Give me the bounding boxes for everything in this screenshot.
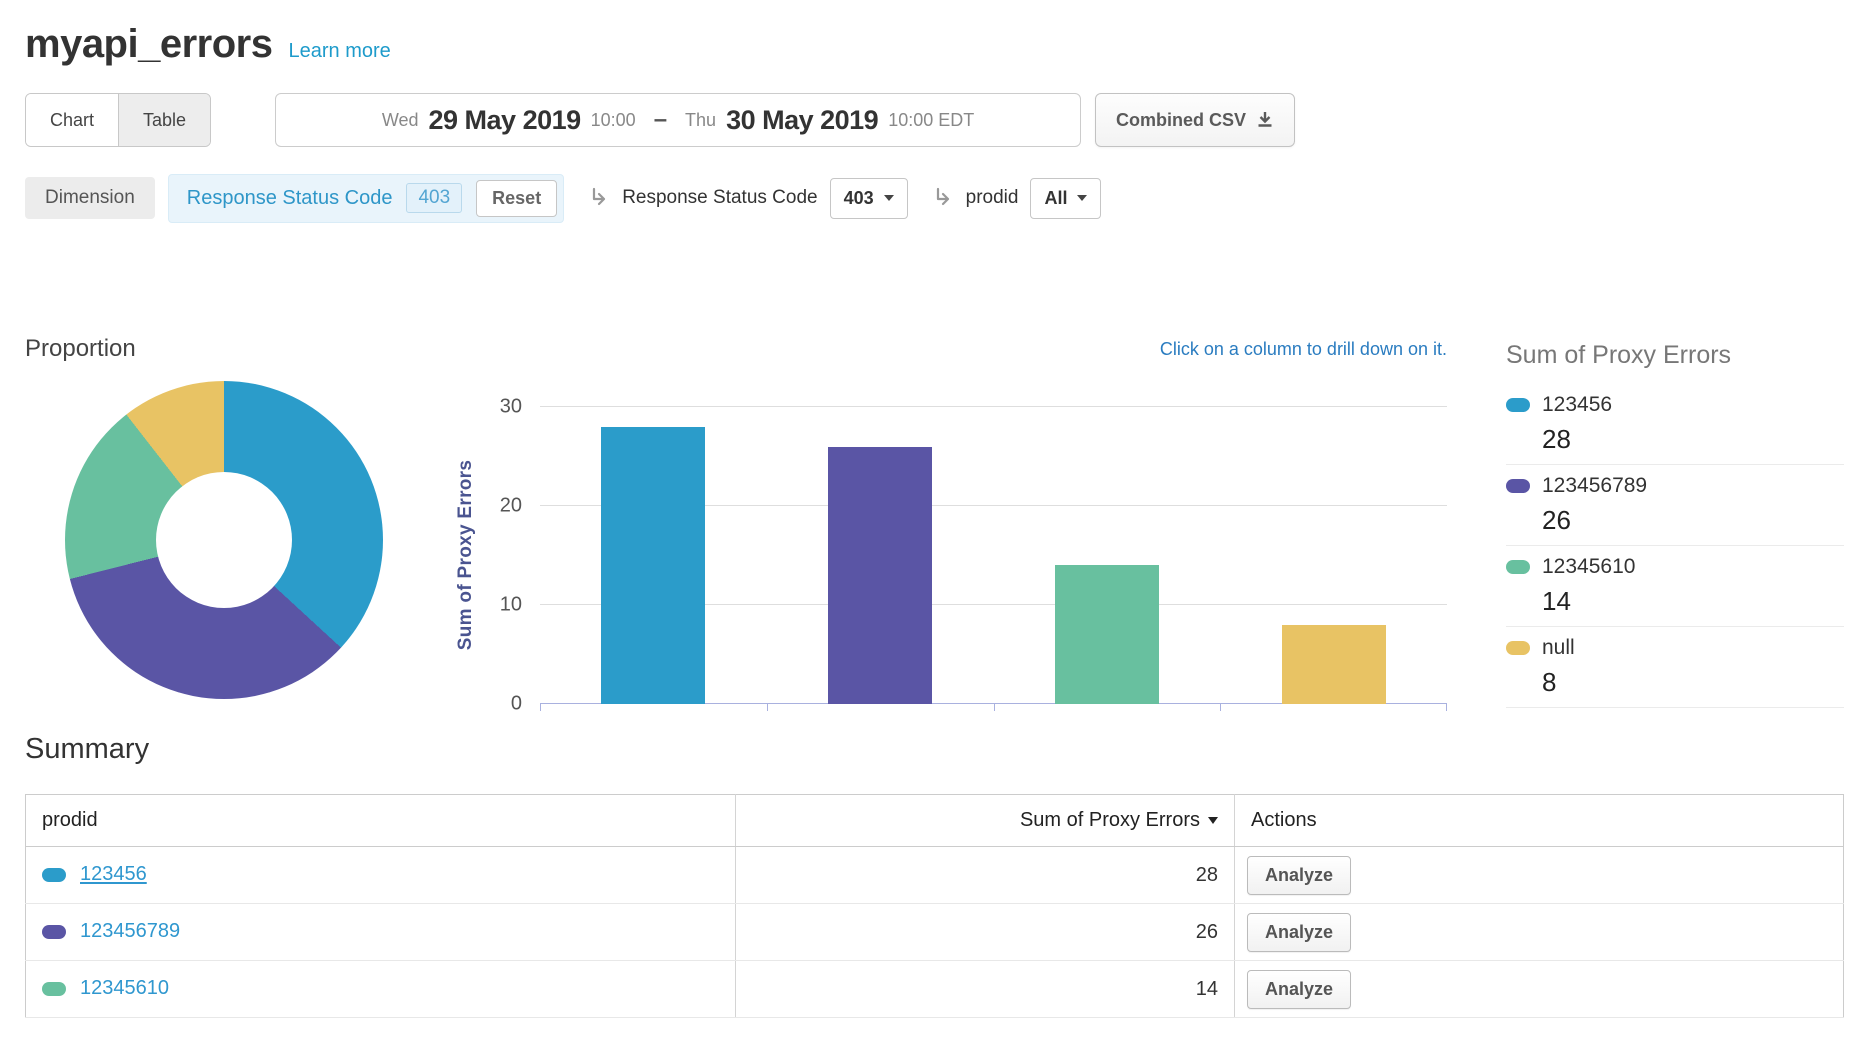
y-axis-label: Sum of Proxy Errors [455,460,477,650]
y-axis-tick-label: 0 [511,693,522,716]
chart-legend: Sum of Proxy Errors 12345628123456789261… [1506,341,1844,708]
charts-section: Proportion Click on a column to drill do… [25,331,1844,715]
date-range-picker[interactable]: Wed 29 May 2019 10:00 – Thu 30 May 2019 … [275,93,1081,147]
filter-value-badge: 403 [406,183,462,213]
learn-more-link[interactable]: Learn more [288,40,390,63]
bar-12345610[interactable] [1055,565,1159,704]
date-range-separator: – [654,106,667,134]
caret-down-icon [884,195,894,201]
legend-value: 14 [1542,586,1844,617]
analyze-button[interactable]: Analyze [1247,856,1351,895]
caret-down-icon [1077,195,1087,201]
table-header-row: prodid Sum of Proxy Errors Actions [26,795,1844,847]
row-swatch [42,925,66,939]
prodid-dropdown[interactable]: All [1030,178,1101,219]
analyze-button[interactable]: Analyze [1247,913,1351,952]
row-value: 28 [736,847,1235,904]
column-header-sum-label: Sum of Proxy Errors [1020,809,1200,831]
legend-swatch [1506,479,1530,493]
x-axis-tick [540,704,541,711]
legend-value: 8 [1542,667,1844,698]
y-axis-tick-label: 30 [500,396,522,419]
view-toggle: Chart Table [25,93,211,147]
legend-entry: 123456 28 [1506,384,1844,465]
filter-row: Dimension Response Status Code 403 Reset… [25,175,1844,221]
start-time: 10:00 [591,110,636,131]
status-code-dropdown[interactable]: 403 [830,178,908,219]
table-view-button[interactable]: Table [118,94,210,146]
legend-entry: null 8 [1506,627,1844,708]
report-page: myapi_errors Learn more Chart Table Wed … [0,22,1860,1042]
legend-swatch [1506,641,1530,655]
dimension-label: Dimension [25,177,155,219]
legend-label: null [1542,636,1575,660]
donut-chart[interactable] [65,381,383,699]
x-axis-tick [1220,704,1221,711]
legend-value: 26 [1542,505,1844,536]
column-header-prodid[interactable]: prodid [26,795,736,847]
toolbar: Chart Table Wed 29 May 2019 10:00 – Thu … [25,93,1844,147]
analyze-button[interactable]: Analyze [1247,970,1351,1009]
row-value: 14 [736,961,1235,1018]
table-row: 123456 28 Analyze [26,847,1844,904]
end-time: 10:00 EDT [888,110,974,131]
start-date: 29 May 2019 [429,105,581,136]
row-value: 26 [736,904,1235,961]
legend-swatch [1506,560,1530,574]
csv-button-label: Combined CSV [1116,110,1246,131]
drilldown-status-code-label: Response Status Code [622,187,817,209]
combined-csv-button[interactable]: Combined CSV [1095,93,1295,147]
status-code-dropdown-value: 403 [844,188,874,209]
legend-entries: 123456 28 123456789 26 12345610 14 null 8 [1506,384,1844,708]
legend-label: 123456 [1542,393,1612,417]
prodid-dropdown-value: All [1044,188,1067,209]
end-day: Thu [685,110,716,131]
legend-label: 123456789 [1542,474,1647,498]
y-axis-tick-label: 10 [500,594,522,617]
legend-label: 12345610 [1542,555,1635,579]
column-header-actions: Actions [1235,795,1844,847]
start-day: Wed [382,110,419,131]
prodid-link[interactable]: 123456789 [80,921,180,943]
gridline-30 [540,406,1447,407]
legend-title: Sum of Proxy Errors [1506,341,1844,370]
row-swatch [42,982,66,996]
x-axis-tick [994,704,995,711]
table-row: 12345610 14 Analyze [26,961,1844,1018]
active-filter-chip: Response Status Code 403 Reset [168,174,564,223]
prodid-link[interactable]: 123456 [80,864,147,886]
download-icon [1256,111,1274,129]
page-title: myapi_errors [25,22,272,67]
reset-filter-button[interactable]: Reset [476,180,557,217]
x-axis-tick [767,704,768,711]
summary-table: prodid Sum of Proxy Errors Actions 12345… [25,794,1844,1018]
proportion-label: Proportion [25,335,136,363]
chart-view-button[interactable]: Chart [26,94,118,146]
x-axis-tick [1446,704,1447,711]
legend-value: 28 [1542,424,1844,455]
bar-123456789[interactable] [828,447,932,704]
drilldown-arrow-icon [932,187,954,209]
donut-hole [156,472,292,608]
bar-null[interactable] [1282,625,1386,704]
drilldown-hint: Click on a column to drill down on it. [1160,339,1447,360]
table-row: 123456789 26 Analyze [26,904,1844,961]
bar-chart: 0102030 [540,407,1447,704]
legend-entry: 12345610 14 [1506,546,1844,627]
drilldown-arrow-icon [588,187,610,209]
legend-entry: 123456789 26 [1506,465,1844,546]
bar-123456[interactable] [601,427,705,704]
summary-title: Summary [25,733,1844,766]
filter-name-label: Response Status Code [187,187,393,210]
y-axis-tick-label: 20 [500,495,522,518]
sort-desc-icon [1208,817,1218,824]
page-header: myapi_errors Learn more [25,22,1844,67]
drilldown-prodid-label: prodid [966,187,1019,209]
row-swatch [42,868,66,882]
legend-swatch [1506,398,1530,412]
summary-table-body: 12345628Analyze12345678926Analyze1234561… [26,847,1844,1018]
column-header-sum[interactable]: Sum of Proxy Errors [736,795,1235,847]
end-date: 30 May 2019 [726,105,878,136]
prodid-link[interactable]: 12345610 [80,978,169,1000]
